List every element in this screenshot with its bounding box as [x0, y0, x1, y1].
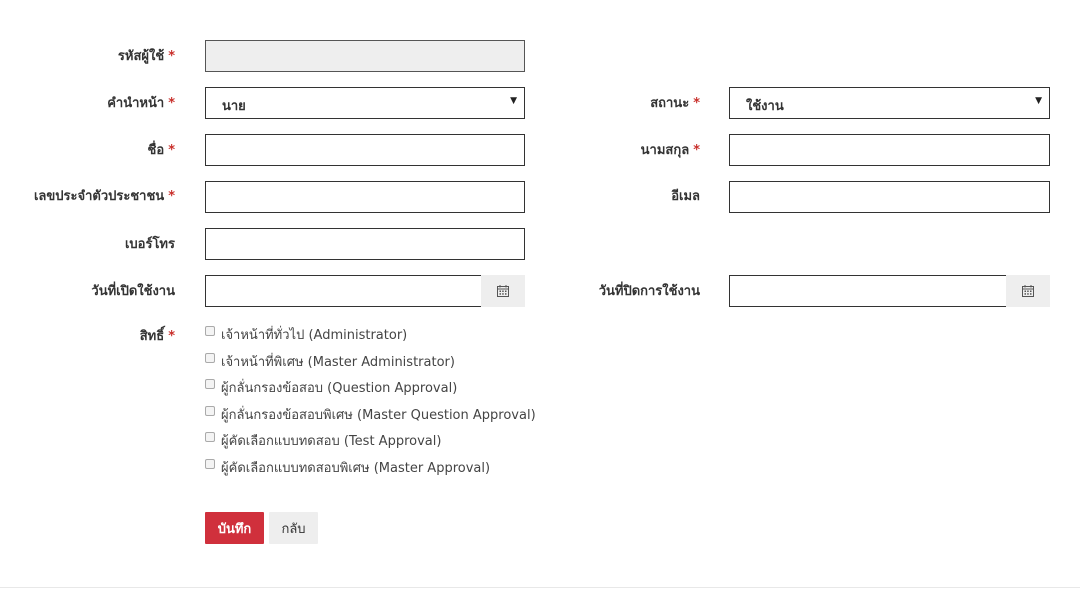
checkbox[interactable]	[205, 432, 215, 442]
checkbox-label: ผู้กลั่นกรองข้อสอบ (Question Approval)	[221, 380, 458, 396]
required-mark: *	[693, 96, 700, 111]
phone-label: เบอร์โทร	[124, 237, 175, 252]
citizen-id-label: เลขประจำตัวประชาชน *	[33, 189, 175, 204]
back-button[interactable]: กลับ	[269, 512, 318, 544]
start-date-input[interactable]	[205, 275, 482, 307]
start-date-calendar-button[interactable]	[481, 275, 525, 307]
last-name-label: นามสกุล *	[640, 143, 700, 158]
required-mark: *	[168, 189, 175, 204]
rights-option-master-question-approval[interactable]: ผู้กลั่นกรองข้อสอบพิเศษ (Master Question…	[205, 405, 536, 423]
checkbox-label: ผู้คัดเลือกแบบทดสอบพิเศษ (Master Approva…	[221, 460, 491, 476]
first-name-label: ชื่อ *	[147, 143, 175, 158]
chevron-down-icon: ▼	[510, 96, 517, 106]
status-select-value: ใช้งาน	[746, 99, 784, 114]
phone-input[interactable]	[205, 228, 525, 260]
username-input[interactable]	[205, 40, 525, 72]
end-date-input[interactable]	[729, 275, 1007, 307]
citizen-id-input[interactable]	[205, 181, 525, 213]
rights-label: สิทธิ์ *	[139, 329, 175, 344]
first-name-input[interactable]	[205, 134, 525, 166]
end-date-calendar-button[interactable]	[1006, 275, 1050, 307]
start-date-label: วันที่เปิดใช้งาน	[91, 284, 175, 299]
checkbox[interactable]	[205, 326, 215, 336]
title-select[interactable]: นาย ▼	[205, 87, 525, 119]
checkbox[interactable]	[205, 353, 215, 363]
checkbox-label: เจ้าหน้าที่ทั่วไป (Administrator)	[221, 327, 408, 343]
save-button[interactable]: บันทึก	[205, 512, 264, 544]
rights-option-administrator[interactable]: เจ้าหน้าที่ทั่วไป (Administrator)	[205, 325, 407, 343]
username-label: รหัสผู้ใช้ *	[117, 49, 175, 64]
status-label: สถานะ *	[650, 96, 700, 111]
end-date-label: วันที่ปิดการใช้งาน	[598, 284, 700, 299]
checkbox[interactable]	[205, 379, 215, 389]
rights-option-question-approval[interactable]: ผู้กลั่นกรองข้อสอบ (Question Approval)	[205, 378, 457, 396]
calendar-icon	[497, 285, 509, 297]
required-mark: *	[168, 49, 175, 64]
title-label: คำนำหน้า *	[107, 96, 175, 111]
email-label: อีเมล	[671, 189, 700, 204]
last-name-input[interactable]	[729, 134, 1050, 166]
rights-option-master-administrator[interactable]: เจ้าหน้าที่พิเศษ (Master Administrator)	[205, 352, 455, 370]
checkbox[interactable]	[205, 459, 215, 469]
checkbox-label: ผู้คัดเลือกแบบทดสอบ (Test Approval)	[221, 433, 442, 449]
required-mark: *	[168, 143, 175, 158]
title-select-value: นาย	[222, 99, 246, 114]
divider	[0, 587, 1080, 588]
checkbox-label: เจ้าหน้าที่พิเศษ (Master Administrator)	[221, 354, 455, 370]
rights-option-master-approval[interactable]: ผู้คัดเลือกแบบทดสอบพิเศษ (Master Approva…	[205, 458, 490, 476]
status-select[interactable]: ใช้งาน ▼	[729, 87, 1050, 119]
required-mark: *	[168, 329, 175, 344]
chevron-down-icon: ▼	[1035, 96, 1042, 106]
email-input[interactable]	[729, 181, 1050, 213]
required-mark: *	[168, 96, 175, 111]
rights-option-test-approval[interactable]: ผู้คัดเลือกแบบทดสอบ (Test Approval)	[205, 431, 441, 449]
required-mark: *	[693, 143, 700, 158]
checkbox[interactable]	[205, 406, 215, 416]
checkbox-label: ผู้กลั่นกรองข้อสอบพิเศษ (Master Question…	[221, 407, 536, 423]
calendar-icon	[1022, 285, 1034, 297]
